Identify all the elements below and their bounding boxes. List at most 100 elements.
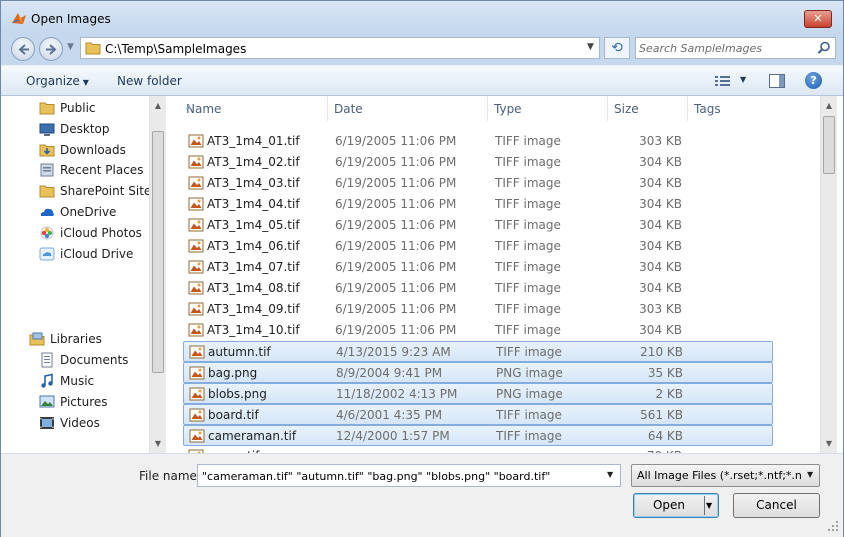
- file-row[interactable]: AT3_1m4_07.tif 6/19/2005 11:06 PM TIFF ima…: [183, 257, 773, 278]
- file-size: 304 KB: [639, 176, 682, 190]
- chevron-down-icon[interactable]: ▼: [607, 470, 613, 479]
- file-name: board.tif: [208, 408, 259, 422]
- help-icon[interactable]: ?: [805, 72, 822, 89]
- search-input[interactable]: [639, 40, 809, 56]
- sidebar-item-label: Pictures: [60, 395, 108, 409]
- file-type: PNG image: [496, 387, 563, 401]
- image-file-icon: [188, 323, 204, 337]
- scroll-down-arrow-icon[interactable]: ▼: [150, 436, 166, 452]
- file-list-pane: Name ▲ Date Type Size Tags AT3_1m4_01.ti…: [167, 96, 843, 453]
- column-date-label: Date: [334, 102, 363, 116]
- file-type: TIFF image: [495, 281, 561, 295]
- image-file-icon: [188, 176, 204, 190]
- view-options-icon[interactable]: [715, 75, 731, 87]
- address-bar[interactable]: C:\Temp\SampleImages ▼: [80, 37, 600, 59]
- forward-button[interactable]: [39, 37, 63, 61]
- file-date: 4/6/2001 4:35 PM: [336, 408, 443, 422]
- file-type-filter[interactable]: All Image Files (*.rset;*.ntf;*.nsf, ▼: [631, 464, 820, 487]
- cancel-button[interactable]: Cancel: [733, 493, 820, 518]
- file-row[interactable]: blobs.png 11/18/2002 4:13 PM PNG image 2 KB: [183, 383, 773, 404]
- file-type-filter-value: All Image Files (*.rset;*.ntf;*.nsf,: [637, 469, 802, 482]
- scrollbar-thumb[interactable]: [152, 131, 164, 373]
- downloads-icon: [39, 144, 55, 157]
- file-row[interactable]: board.tif 4/6/2001 4:35 PM TIFF image 561 K…: [183, 404, 773, 425]
- image-file-icon: [189, 408, 205, 422]
- file-row[interactable]: cameraman.tif 12/4/2000 1:57 PM TIFF image…: [183, 425, 773, 446]
- column-header-size[interactable]: Size: [608, 96, 688, 121]
- recent-locations-dropdown[interactable]: ▼: [67, 42, 74, 52]
- command-toolbar: Organize ▼ New folder ▼ ?: [1, 65, 843, 96]
- file-size: 304 KB: [639, 239, 682, 253]
- file-row[interactable]: canoe.tif70 KB: [183, 446, 773, 453]
- back-button[interactable]: [11, 37, 35, 61]
- sort-ascending-icon: ▲: [186, 102, 192, 110]
- file-row[interactable]: AT3_1m4_05.tif 6/19/2005 11:06 PM TIFF ima…: [183, 215, 773, 236]
- file-name-combobox[interactable]: ▼: [197, 464, 621, 487]
- column-header-type[interactable]: Type: [488, 96, 608, 121]
- forward-arrow-icon: [46, 44, 57, 55]
- file-name-input[interactable]: [202, 468, 597, 484]
- file-name: bag.png: [208, 366, 258, 380]
- file-size: 304 KB: [639, 155, 682, 169]
- address-path: C:\Temp\SampleImages: [105, 42, 247, 56]
- onedrive-icon: [40, 208, 54, 216]
- sidebar-item-label: OneDrive: [60, 205, 117, 219]
- file-type: PNG image: [496, 366, 563, 380]
- sidebar-item-label: Libraries: [50, 332, 102, 346]
- image-file-icon: [188, 218, 204, 232]
- image-file-icon: [189, 429, 205, 443]
- scroll-down-arrow-icon[interactable]: ▼: [821, 436, 837, 452]
- image-file-icon: [189, 366, 205, 380]
- column-header-name[interactable]: Name ▲: [180, 96, 328, 121]
- file-row[interactable]: AT3_1m4_03.tif 6/19/2005 11:06 PM TIFF ima…: [183, 173, 773, 194]
- navigation-pane-scrollbar[interactable]: ▲ ▼: [149, 96, 166, 453]
- split-divider: [704, 496, 705, 515]
- chevron-down-icon[interactable]: ▼: [740, 75, 746, 84]
- file-row[interactable]: AT3_1m4_02.tif 6/19/2005 11:06 PM TIFF ima…: [183, 152, 773, 173]
- file-row[interactable]: AT3_1m4_09.tif 6/19/2005 11:06 PM TIFF ima…: [183, 299, 773, 320]
- file-name: AT3_1m4_06.tif: [207, 239, 300, 253]
- column-header-tags[interactable]: Tags: [688, 96, 808, 121]
- file-date: 6/19/2005 11:06 PM: [335, 260, 457, 274]
- scrollbar-thumb[interactable]: [823, 116, 835, 174]
- resize-grip-icon[interactable]: [827, 520, 839, 532]
- file-list: AT3_1m4_01.tif 6/19/2005 11:06 PM TIFF ima…: [167, 131, 807, 453]
- close-button[interactable]: ✕: [804, 10, 832, 28]
- search-icon[interactable]: [817, 41, 831, 55]
- dialog-footer: File name: ▼ All Image Files (*.rset;*.n…: [1, 453, 843, 537]
- file-list-scrollbar[interactable]: ▲ ▼: [820, 96, 837, 453]
- file-row[interactable]: autumn.tif 4/13/2015 9:23 AM TIFF image 210…: [183, 341, 773, 362]
- pictures-icon: [39, 395, 55, 408]
- file-type: TIFF image: [496, 345, 562, 359]
- scroll-up-arrow-icon[interactable]: ▲: [821, 98, 837, 114]
- file-size: 303 KB: [639, 302, 682, 316]
- search-box[interactable]: [635, 37, 836, 59]
- open-options-dropdown[interactable]: ▼: [706, 494, 712, 517]
- file-row[interactable]: AT3_1m4_01.tif 6/19/2005 11:06 PM TIFF ima…: [183, 131, 773, 152]
- desktop-icon: [39, 123, 55, 136]
- file-row[interactable]: AT3_1m4_04.tif 6/19/2005 11:06 PM TIFF ima…: [183, 194, 773, 215]
- column-header-date[interactable]: Date: [328, 96, 488, 121]
- new-folder-button[interactable]: New folder: [117, 74, 182, 88]
- scroll-up-arrow-icon[interactable]: ▲: [150, 98, 166, 114]
- file-date: 6/19/2005 11:06 PM: [335, 134, 457, 148]
- file-date: 6/19/2005 11:06 PM: [335, 323, 457, 337]
- file-row[interactable]: AT3_1m4_08.tif 6/19/2005 11:06 PM TIFF ima…: [183, 278, 773, 299]
- preview-pane-icon[interactable]: [769, 74, 785, 88]
- file-size: 35 KB: [647, 366, 683, 380]
- open-button[interactable]: Open ▼: [633, 493, 719, 518]
- file-row[interactable]: AT3_1m4_06.tif 6/19/2005 11:06 PM TIFF ima…: [183, 236, 773, 257]
- organize-button[interactable]: Organize ▼: [26, 74, 89, 88]
- title-bar[interactable]: Open Images ✕: [1, 1, 843, 34]
- file-date: 11/18/2002 4:13 PM: [336, 387, 458, 401]
- image-file-icon: [188, 239, 204, 253]
- file-row[interactable]: bag.png 8/9/2004 9:41 PM PNG image 35 KB: [183, 362, 773, 383]
- file-size: 210 KB: [640, 345, 683, 359]
- file-date: 6/19/2005 11:06 PM: [335, 176, 457, 190]
- matlab-icon: [12, 13, 26, 24]
- file-size: 304 KB: [639, 323, 682, 337]
- chevron-down-icon[interactable]: ▼: [587, 42, 594, 52]
- refresh-button[interactable]: ⟲: [604, 37, 630, 59]
- file-row[interactable]: AT3_1m4_10.tif 6/19/2005 11:06 PM TIFF ima…: [183, 320, 773, 341]
- folder-icon: [85, 42, 101, 55]
